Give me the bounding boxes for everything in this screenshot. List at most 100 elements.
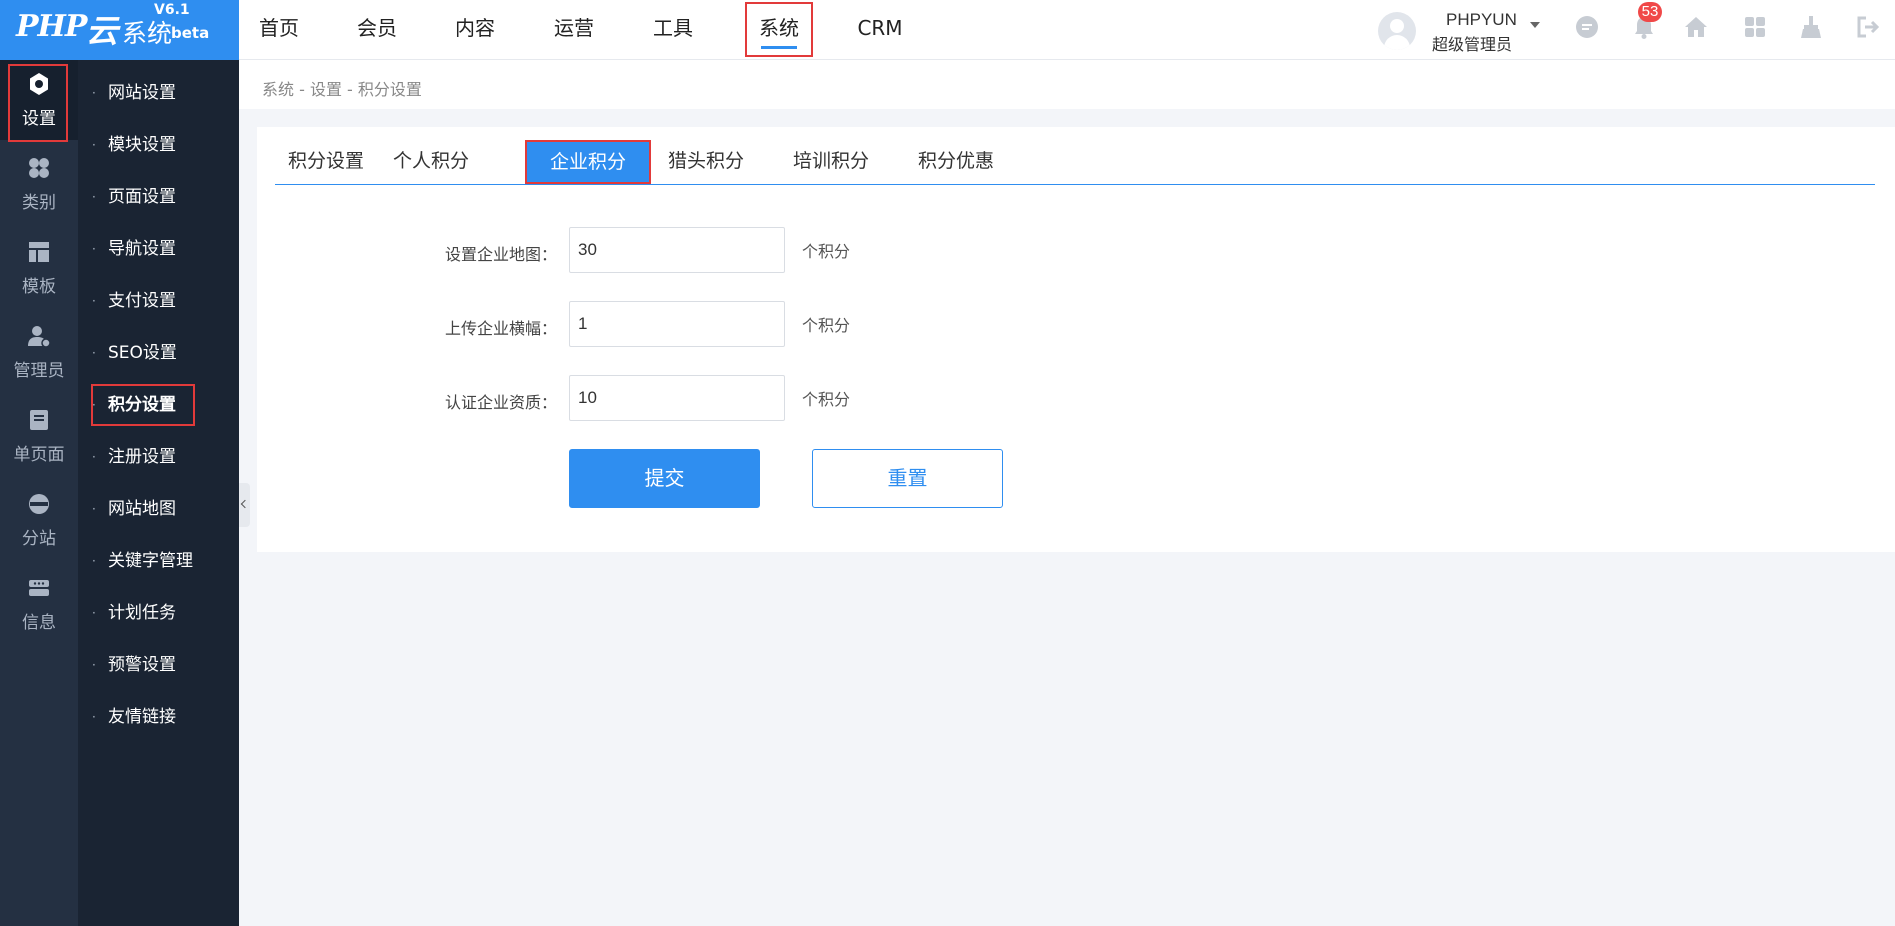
nav-content[interactable]: 内容 — [454, 0, 496, 60]
rail-label: 管理员 — [13, 361, 65, 381]
bullet: · — [92, 86, 96, 100]
submenu-site-settings[interactable]: · 网站设置 — [78, 71, 239, 115]
bullet: · — [92, 450, 96, 464]
submenu-nav-settings[interactable]: · 导航设置 — [78, 227, 239, 271]
reset-button[interactable]: 重置 — [812, 449, 1003, 508]
submenu-label: 注册设置 — [108, 447, 176, 467]
bullet: · — [92, 294, 96, 308]
user-name: PHPYUN — [1446, 10, 1517, 29]
submenu-register-settings[interactable]: · 注册设置 — [78, 435, 239, 479]
apps-icon[interactable] — [1742, 14, 1768, 40]
submenu-label: 页面设置 — [108, 187, 176, 207]
bullet: · — [92, 190, 96, 204]
rail-label: 分站 — [22, 529, 56, 549]
gear-icon — [30, 73, 48, 95]
bullet: · — [92, 502, 96, 516]
tab-headhunter-points[interactable]: 猎头积分 — [655, 140, 757, 184]
icon-rail: 设置 类别 模板 管理员 单页面 分站 信息 — [0, 60, 78, 926]
field-label: 认证企业资质： — [444, 393, 557, 412]
rail-item-info[interactable]: 信息 — [0, 564, 78, 644]
nav-home[interactable]: 首页 — [258, 0, 300, 60]
tab-personal-points[interactable]: 个人积分 — [380, 140, 482, 184]
nav-members[interactable]: 会员 — [356, 0, 398, 60]
bullet: · — [92, 710, 96, 724]
sub-menu: · 网站设置 · 模块设置 · 页面设置 · 导航设置 · 支付设置 · SEO设置 · 积分… — [78, 60, 239, 926]
nav-system[interactable]: 系统 — [745, 2, 813, 57]
submenu-label: 友情链接 — [108, 707, 176, 727]
tab-training-points[interactable]: 培训积分 — [780, 140, 882, 184]
submenu-label: 网站地图 — [108, 499, 176, 519]
logo-beta: beta — [171, 24, 210, 42]
form-row-company-banner: 上传企业横幅： 个积分 — [257, 301, 1257, 349]
field-unit: 个积分 — [802, 316, 851, 335]
submenu-label: 网站设置 — [108, 83, 176, 103]
rail-item-settings[interactable]: 设置 — [0, 60, 78, 142]
company-banner-points-input[interactable] — [569, 301, 785, 347]
rail-label: 信息 — [22, 613, 56, 633]
rail-item-single-page[interactable]: 单页面 — [0, 396, 78, 476]
tab-bar: 积分设置 个人积分 企业积分 猎头积分 培训积分 积分优惠 — [275, 140, 1875, 185]
company-map-points-input[interactable] — [569, 227, 785, 273]
tab-points-discount[interactable]: 积分优惠 — [905, 140, 1007, 184]
submenu-label: 模块设置 — [108, 135, 176, 155]
submenu-friend-links[interactable]: · 友情链接 — [78, 695, 239, 739]
submenu-alert-settings[interactable]: · 预警设置 — [78, 643, 239, 687]
globe-icon — [29, 494, 49, 514]
avatar — [1378, 12, 1416, 50]
broom-icon[interactable] — [1798, 14, 1824, 40]
rail-item-substation[interactable]: 分站 — [0, 480, 78, 560]
submit-button[interactable]: 提交 — [569, 449, 760, 508]
logo-yun: 云 — [86, 12, 119, 50]
rail-item-template[interactable]: 模板 — [0, 228, 78, 308]
field-label: 上传企业横幅： — [444, 319, 557, 338]
submenu-page-settings[interactable]: · 页面设置 — [78, 175, 239, 219]
home-icon[interactable] — [1683, 14, 1709, 40]
form-row-company-map: 设置企业地图： 个积分 — [257, 227, 1257, 275]
submenu-keywords[interactable]: · 关键字管理 — [78, 539, 239, 583]
sidebar-collapse-toggle[interactable] — [239, 483, 250, 527]
bullet: · — [92, 398, 96, 412]
submenu-sitemap[interactable]: · 网站地图 — [78, 487, 239, 531]
tab-company-points[interactable]: 企业积分 — [525, 140, 651, 184]
field-unit: 个积分 — [802, 242, 851, 261]
logo-version: V6.1 — [154, 2, 190, 18]
rail-item-category[interactable]: 类别 — [0, 144, 78, 224]
rail-label: 设置 — [22, 109, 56, 129]
submenu-payment-settings[interactable]: · 支付设置 — [78, 279, 239, 323]
info-icon — [29, 580, 49, 596]
template-icon — [29, 242, 49, 262]
page-icon — [30, 410, 48, 430]
submenu-label: 积分设置 — [108, 395, 176, 415]
tab-points-settings[interactable]: 积分设置 — [275, 140, 377, 184]
bullet: · — [92, 346, 96, 360]
submenu-label: 关键字管理 — [108, 551, 193, 571]
rail-label: 模板 — [22, 277, 56, 297]
nav-tools[interactable]: 工具 — [652, 0, 694, 60]
submenu-scheduled-tasks[interactable]: · 计划任务 — [78, 591, 239, 635]
top-bar: PHP 云 系统 V6.1 beta 首页 会员 内容 运营 工具 系统 CRM… — [0, 0, 1895, 60]
submenu-seo-settings[interactable]: · SEO设置 — [78, 331, 239, 375]
rail-item-admin[interactable]: 管理员 — [0, 312, 78, 392]
bullet: · — [92, 242, 96, 256]
logout-icon[interactable] — [1855, 14, 1881, 40]
submenu-label: 导航设置 — [108, 239, 176, 259]
submenu-points-settings[interactable]: · 积分设置 — [78, 383, 239, 427]
points-settings-panel: 积分设置 个人积分 企业积分 猎头积分 培训积分 积分优惠 设置企业地图： 个积… — [257, 127, 1895, 552]
logo-sys: 系统 — [122, 19, 173, 48]
breadcrumb: 系统 - 设置 - 积分设置 — [239, 60, 1895, 109]
message-icon[interactable] — [1574, 14, 1600, 40]
nav-operations[interactable]: 运营 — [553, 0, 595, 60]
field-unit: 个积分 — [802, 390, 851, 409]
chevron-down-icon — [1530, 22, 1540, 28]
breadcrumb-text: 系统 - 设置 - 积分设置 — [262, 80, 422, 99]
submenu-module-settings[interactable]: · 模块设置 — [78, 123, 239, 167]
submenu-label: 支付设置 — [108, 291, 176, 311]
user-role: 超级管理员 — [1432, 35, 1513, 54]
submenu-label: 计划任务 — [108, 603, 176, 623]
rail-label: 单页面 — [13, 445, 65, 465]
company-certification-points-input[interactable] — [569, 375, 785, 421]
logo-php: PHP — [16, 9, 87, 44]
logo[interactable]: PHP 云 系统 V6.1 beta — [0, 0, 239, 60]
admin-user-icon — [28, 326, 51, 348]
nav-crm[interactable]: CRM — [855, 0, 905, 60]
